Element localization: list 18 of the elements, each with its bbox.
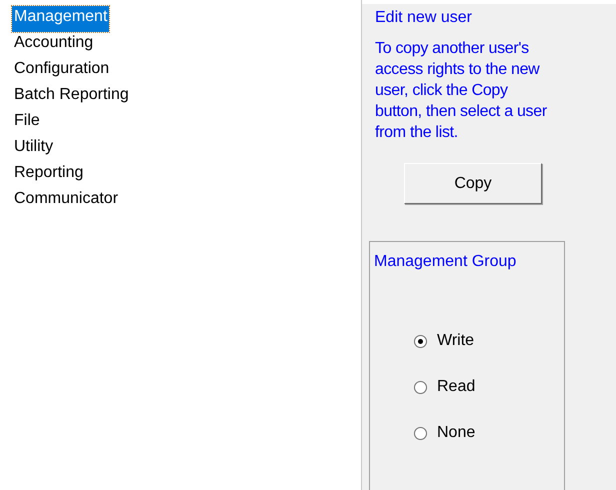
radio-button[interactable] — [414, 380, 427, 394]
radio-option[interactable]: None — [414, 422, 476, 444]
radio-button[interactable] — [414, 334, 427, 348]
group-title: Management Group — [374, 252, 516, 272]
menu-item[interactable]: Configuration — [12, 58, 112, 84]
menu-item[interactable]: Utility — [12, 136, 56, 162]
menu-item[interactable]: Communicator — [12, 188, 120, 214]
menu-item[interactable]: Batch Reporting — [12, 84, 131, 110]
radio-button[interactable] — [414, 426, 427, 440]
menu-item[interactable]: File — [12, 110, 42, 136]
radio-option[interactable]: Write — [414, 330, 474, 352]
panel-title: Edit new user — [375, 8, 472, 28]
menu-item[interactable]: Accounting — [12, 32, 96, 58]
radio-option[interactable]: Read — [414, 376, 476, 398]
menu-item[interactable]: Reporting — [12, 162, 86, 188]
menu-item[interactable]: Management — [12, 6, 110, 32]
instructions-text: To copy another user's access rights to the new user, click the Copy button, then select a user from the list. — [375, 39, 548, 143]
copy-button[interactable]: Copy — [404, 163, 542, 204]
